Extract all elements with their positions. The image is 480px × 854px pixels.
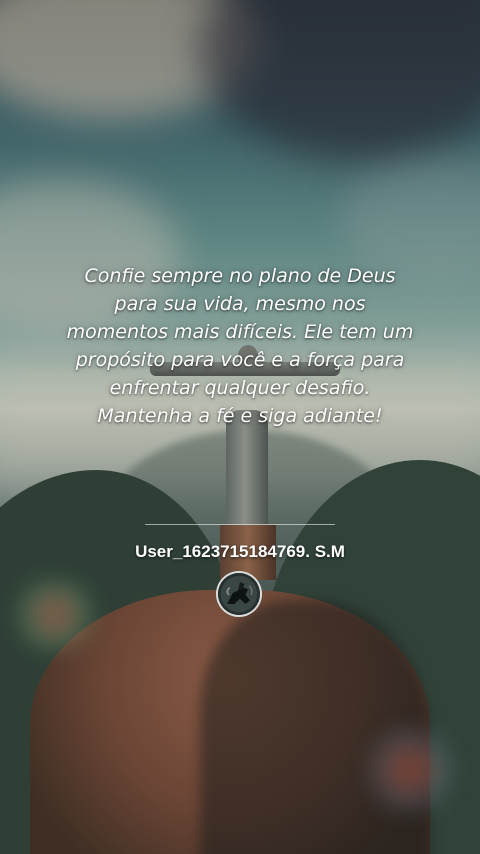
author-username[interactable]: User_1623715184769. S.M: [0, 540, 480, 564]
quote-line: Mantenha a fé e siga adiante!: [97, 405, 383, 427]
lens-flare: [370, 720, 450, 820]
quote-line: propósito para você e a força para: [75, 349, 405, 371]
quote-text: Confie sempre no plano de Deus para sua …: [40, 262, 440, 430]
divider-line: [145, 524, 335, 525]
horse-rider-avatar-icon: [218, 573, 260, 615]
quote-line: enfrentar qualquer desafio.: [109, 377, 371, 399]
quote-line: Confie sempre no plano de Deus: [84, 265, 396, 287]
quote-line: momentos mais difíceis. Ele tem um: [66, 321, 414, 343]
lens-flare: [10, 580, 100, 650]
author-avatar[interactable]: [216, 571, 262, 617]
dark-cloud-shape: [200, 0, 480, 160]
quote-line: para sua vida, mesmo nos: [114, 293, 366, 315]
